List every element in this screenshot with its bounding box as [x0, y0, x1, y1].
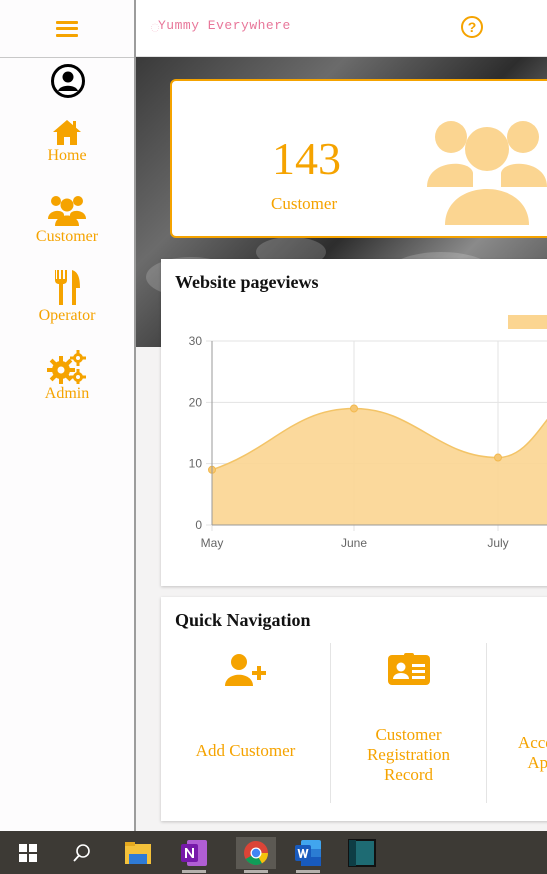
app-taskbar-button[interactable]: [346, 837, 378, 869]
quick-navigation-title: Quick Navigation: [175, 610, 311, 630]
pageviews-chart: 0 10 20 30 May June July: [189, 334, 547, 550]
chrome-taskbar-button[interactable]: [236, 837, 276, 873]
accept-app-link[interactable]: AcceptApp: [487, 643, 547, 803]
word-taskbar-button[interactable]: [292, 837, 324, 873]
customer-count: 143: [272, 133, 341, 184]
gears-icon: [47, 350, 86, 384]
chrome-icon: [244, 841, 268, 866]
start-button[interactable]: [12, 837, 44, 869]
windows-logo-icon: [19, 844, 37, 862]
quick-nav-label: Customer Registration Record: [331, 725, 486, 785]
quick-nav-label-line: Customer: [375, 725, 442, 744]
users-icon: [48, 196, 86, 226]
folder-icon: [125, 842, 151, 864]
quick-nav-label-line: Accept: [517, 733, 547, 752]
pageviews-chart-card: Website pageviews 0 10 20 30 May June July: [161, 259, 547, 586]
data-point: [494, 453, 502, 462]
y-tick-label: 0: [195, 518, 202, 532]
top-header: Yummy Everywhere ?: [136, 0, 547, 57]
sidebar-item-home[interactable]: Home: [0, 118, 134, 166]
users-icon: [427, 121, 547, 225]
quick-navigation-card: Quick Navigation Add Customer Customer R…: [161, 597, 547, 821]
windows-taskbar: [0, 831, 547, 874]
brand-text[interactable]: Yummy Everywhere: [158, 18, 291, 33]
page: Home Customer Operator Admin Yummy Every…: [0, 0, 547, 874]
sidebar-item-label: Customer: [35, 228, 99, 245]
y-tick-label: 20: [189, 395, 203, 409]
quick-nav-label-line: Record: [383, 765, 434, 784]
customer-registration-record-link[interactable]: Customer Registration Record: [331, 643, 487, 803]
sidebar-item-admin[interactable]: Admin: [0, 350, 134, 404]
x-tick-label: July: [487, 536, 508, 550]
quick-nav-label: Add Customer: [195, 741, 296, 760]
app-window-icon: [348, 839, 376, 867]
quick-nav-label-line: App: [527, 753, 547, 772]
user-avatar-icon[interactable]: [51, 64, 85, 98]
series-area: [212, 408, 547, 525]
utensils-icon: [55, 270, 80, 305]
sidebar-item-label: Home: [47, 147, 87, 164]
id-card-icon: [387, 653, 430, 685]
help-button[interactable]: ?: [461, 16, 483, 38]
sidebar: Home Customer Operator Admin: [0, 0, 136, 831]
y-tick-label: 30: [189, 334, 203, 348]
word-icon: [295, 840, 321, 866]
quick-nav-label: AcceptApp: [487, 733, 547, 773]
file-explorer-taskbar-button[interactable]: [122, 837, 154, 869]
customer-stat-label: Customer: [271, 194, 338, 213]
sidebar-item-label: Operator: [38, 307, 96, 324]
menu-toggle-button[interactable]: [0, 0, 134, 58]
y-tick-label: 10: [189, 457, 203, 471]
onenote-icon: [181, 840, 207, 866]
quick-nav-label-line: Registration: [366, 745, 451, 764]
data-point: [350, 404, 358, 413]
sidebar-item-operator[interactable]: Operator: [0, 270, 134, 326]
onenote-taskbar-button[interactable]: [178, 837, 210, 873]
add-customer-link[interactable]: Add Customer: [161, 643, 331, 803]
search-taskbar-button[interactable]: [66, 837, 98, 869]
customer-stat-card[interactable]: 143 Customer: [170, 79, 547, 238]
sidebar-item-customer[interactable]: Customer: [0, 193, 134, 247]
x-tick-label: June: [341, 536, 367, 550]
add-user-icon: [224, 654, 266, 686]
x-tick-label: May: [201, 536, 224, 550]
home-icon: [53, 120, 81, 145]
sidebar-item-label: Admin: [44, 385, 90, 402]
hamburger-icon: [56, 20, 78, 37]
search-icon: [73, 844, 90, 862]
